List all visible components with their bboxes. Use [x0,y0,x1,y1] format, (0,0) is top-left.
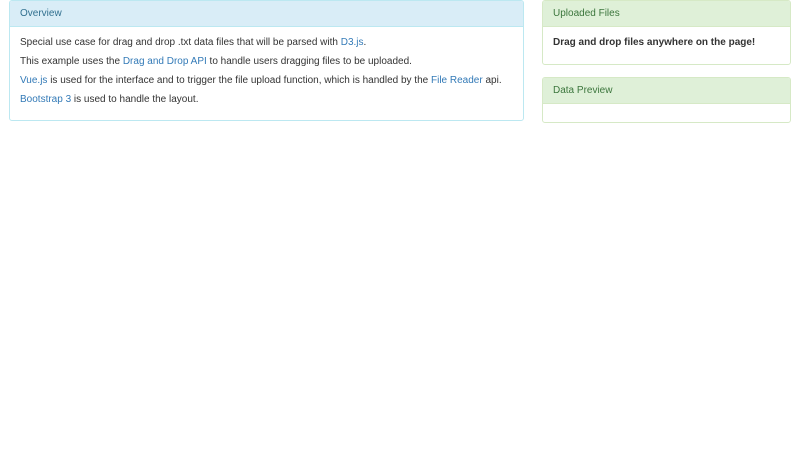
data-preview-body [543,104,790,123]
overview-line-dnd: This example uses the Drag and Drop API … [20,55,513,74]
drop-zone-instructions: Drag and drop files anywhere on the page… [553,37,756,48]
overview-line-vue: Vue.js is used for the interface and to … [20,74,513,93]
d3js-link[interactable]: D3.js [341,37,364,48]
overview-panel-heading: Overview [10,1,523,27]
overview-panel: Overview Special use case for drag and d… [9,0,524,121]
overview-line-dnd-before: This example uses the [20,56,123,67]
overview-line-d3: Special use case for drag and drop .txt … [20,36,513,55]
overview-line-d3-end: . [363,37,367,48]
overview-line-vue-end: api. [482,75,502,86]
file-reader-link[interactable]: File Reader [431,75,483,86]
uploaded-files-body: Drag and drop files anywhere on the page… [543,27,790,50]
overview-line-bootstrap: Bootstrap 3 is used to handle the layout… [20,93,513,112]
data-preview-panel: Data Preview [542,77,791,123]
overview-line-bootstrap-after: is used to handle the layout. [71,94,199,105]
overview-panel-body: Special use case for drag and drop .txt … [10,27,523,112]
drag-and-drop-api-link[interactable]: Drag and Drop API [123,56,207,67]
overview-line-d3-text: Special use case for drag and drop .txt … [20,37,341,48]
overview-line-dnd-after: to handle users dragging files to be upl… [206,56,412,67]
overview-line-vue-middle: is used for the interface and to trigger… [47,75,431,86]
uploaded-files-heading: Uploaded Files [543,1,790,27]
vuejs-link[interactable]: Vue.js [20,75,47,86]
data-preview-heading: Data Preview [543,78,790,104]
bootstrap-link[interactable]: Bootstrap 3 [20,94,71,105]
uploaded-files-panel: Uploaded Files Drag and drop files anywh… [542,0,791,65]
